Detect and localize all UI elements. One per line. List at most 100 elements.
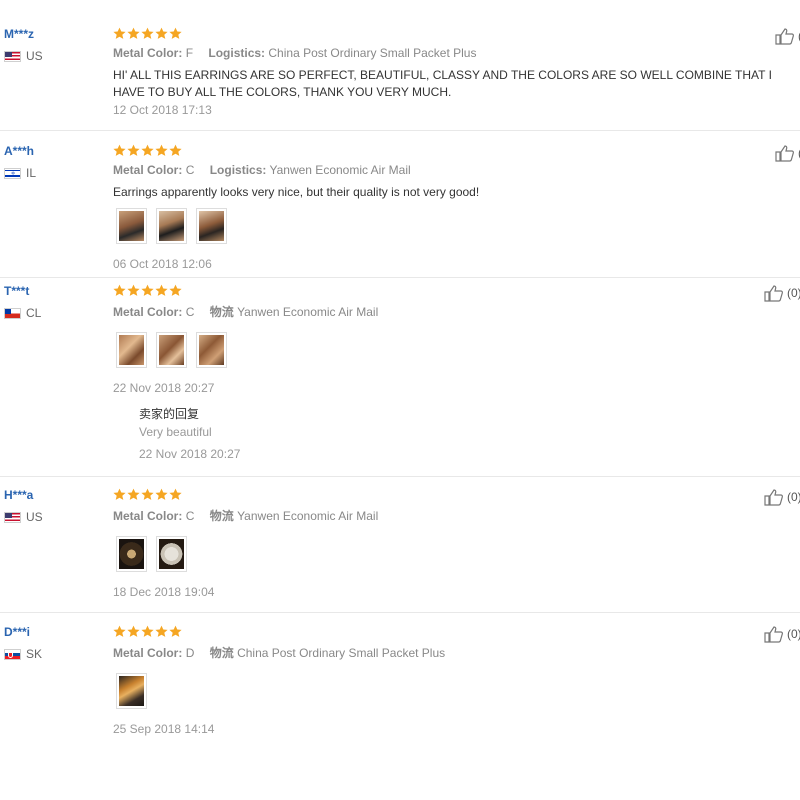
star-icon [141, 284, 154, 296]
rating-stars [113, 144, 182, 157]
reviewer-name[interactable]: A***h [4, 144, 34, 158]
star-icon [169, 284, 182, 296]
review-photo[interactable] [156, 332, 187, 368]
star-icon [169, 625, 182, 637]
review-photo[interactable] [116, 673, 147, 709]
review-photo[interactable] [116, 536, 147, 572]
review-meta: Metal Color: C 物流 Yanwen Economic Air Ma… [113, 507, 378, 524]
star-icon [127, 284, 140, 296]
star-icon [113, 144, 126, 156]
review-meta: Metal Color: F Logistics: China Post Ord… [113, 46, 476, 60]
country-code: CL [26, 306, 42, 320]
star-icon [127, 144, 140, 156]
country-code: US [26, 49, 43, 63]
logistics-value: Yanwen Economic Air Mail [237, 509, 379, 523]
star-icon [155, 625, 168, 637]
like-button[interactable]: (0) [764, 625, 800, 643]
reviewer-name[interactable]: M***z [4, 27, 34, 41]
divider [0, 612, 800, 613]
divider [0, 476, 800, 477]
rating-stars [113, 27, 182, 40]
logistics-label: 物流 [209, 646, 234, 660]
metal-color-label: Metal Color: [113, 509, 183, 523]
rating-stars [113, 488, 182, 501]
review-photo[interactable] [196, 332, 227, 368]
star-icon [141, 27, 154, 39]
star-icon [141, 488, 154, 500]
logistics-value: China Post Ordinary Small Packet Plus [237, 646, 446, 660]
divider [0, 130, 800, 131]
review-photo[interactable] [156, 536, 187, 572]
reviewer-name[interactable]: T***t [4, 284, 29, 298]
review-photo[interactable] [116, 208, 147, 244]
star-icon [155, 27, 168, 39]
star-icon [155, 488, 168, 500]
thumbs-up-icon [764, 285, 783, 302]
review-date: 25 Sep 2018 14:14 [113, 722, 215, 736]
metal-color-label: Metal Color: [113, 646, 183, 660]
sk-flag-icon [4, 648, 21, 660]
country-code: SK [26, 647, 43, 661]
review-photo[interactable] [156, 208, 187, 244]
like-count: (0) [787, 627, 800, 641]
like-button[interactable]: ( [775, 27, 800, 45]
star-icon [113, 27, 126, 39]
review-photos [116, 208, 227, 244]
seller-reply-date: 22 Nov 2018 20:27 [139, 447, 241, 461]
metal-color-value: F [185, 46, 194, 60]
star-icon [155, 284, 168, 296]
star-icon [169, 144, 182, 156]
reviewer-country: US [4, 49, 43, 63]
reviewer-country: US [4, 510, 43, 524]
review-photos [116, 332, 227, 368]
logistics-label: Logistics: [209, 163, 267, 177]
like-button[interactable]: (0) [764, 488, 800, 506]
star-icon [113, 284, 126, 296]
cl-flag-icon [4, 307, 21, 319]
review-meta: Metal Color: C 物流 Yanwen Economic Air Ma… [113, 303, 378, 320]
review-date: 12 Oct 2018 17:13 [113, 103, 212, 117]
reviewer-name[interactable]: H***a [4, 488, 33, 502]
star-icon [169, 27, 182, 39]
reviewer-country: SK [4, 647, 42, 661]
star-icon [127, 488, 140, 500]
country-code: IL [26, 166, 37, 180]
logistics-value: Yanwen Economic Air Mail [237, 305, 379, 319]
review-date: 22 Nov 2018 20:27 [113, 381, 215, 395]
logistics-label: Logistics: [208, 46, 266, 60]
review-date: 18 Dec 2018 19:04 [113, 585, 215, 599]
metal-color-label: Metal Color: [113, 46, 183, 60]
reviewer-name[interactable]: D***i [4, 625, 30, 639]
review-photo[interactable] [116, 332, 147, 368]
us-flag-icon [4, 511, 21, 523]
logistics-label: 物流 [209, 305, 234, 319]
star-icon [141, 144, 154, 156]
star-icon [141, 625, 154, 637]
country-code: US [26, 510, 43, 524]
metal-color-value: D [185, 646, 195, 660]
like-button[interactable]: ( [775, 144, 800, 162]
review-meta: Metal Color: C Logistics: Yanwen Economi… [113, 163, 411, 177]
il-flag-icon: ✡ [4, 167, 21, 179]
review-meta: Metal Color: D 物流 China Post Ordinary Sm… [113, 644, 445, 661]
review-photos [116, 536, 187, 572]
review-text: Earrings apparently looks very nice, but… [113, 185, 480, 199]
divider [0, 277, 800, 278]
metal-color-value: C [185, 163, 195, 177]
like-button[interactable]: (0) [764, 284, 800, 302]
logistics-value: Yanwen Economic Air Mail [269, 163, 411, 177]
seller-reply-text: Very beautiful [139, 425, 212, 439]
like-count: (0) [787, 286, 800, 300]
review-text: HI' ALL THIS EARRINGS ARE SO PERFECT, BE… [113, 68, 772, 99]
star-icon [127, 625, 140, 637]
metal-color-label: Metal Color: [113, 305, 183, 319]
like-count: (0) [787, 490, 800, 504]
review-photo[interactable] [196, 208, 227, 244]
metal-color-value: C [185, 509, 195, 523]
metal-color-value: C [185, 305, 195, 319]
thumbs-up-icon [764, 626, 783, 643]
review-photos [116, 673, 147, 709]
star-icon [127, 27, 140, 39]
logistics-label: 物流 [209, 509, 234, 523]
star-icon [169, 488, 182, 500]
